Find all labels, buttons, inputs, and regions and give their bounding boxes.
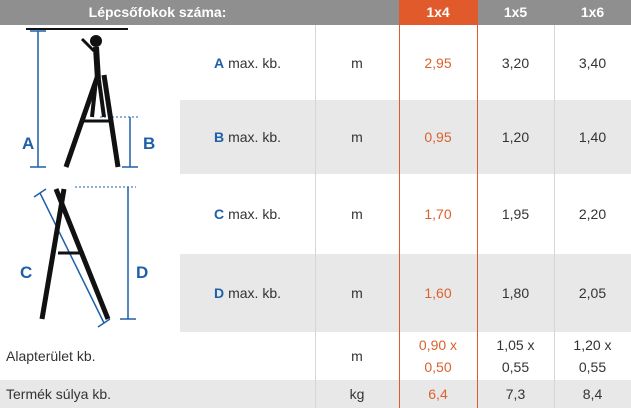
row-b-label: B max. kb.	[180, 100, 315, 174]
row-d-value-1x5: 1,80	[501, 285, 530, 301]
row-c-unit: m	[351, 206, 363, 222]
row-b-unit: m	[351, 129, 363, 145]
footprint-1x4-line2: 0,50	[424, 359, 452, 375]
row-c-text: max. kb.	[228, 206, 282, 222]
row-b-value-1x5: 1,20	[501, 129, 530, 145]
footprint-1x6-line2: 0,55	[578, 359, 607, 375]
weight-unit: kg	[349, 386, 365, 402]
row-d-text: max. kb.	[228, 285, 282, 301]
weight-value-1x5: 7,3	[505, 386, 526, 402]
row-a-unit: m	[351, 54, 363, 71]
column-header-1x5: 1x5	[477, 0, 554, 25]
ladder-with-person-illustration	[26, 28, 138, 168]
row-b-letter: B	[213, 129, 225, 145]
column-header-1x4: 1x4	[399, 0, 477, 25]
row-b-value-1x6: 1,40	[578, 129, 607, 145]
footprint-1x5-line2: 0,55	[501, 359, 530, 375]
diagram-label-a: A	[22, 134, 34, 153]
divider-1x6-left	[554, 25, 555, 408]
footprint-1x5-line1: 1,05 x	[496, 337, 535, 353]
diagram-label-b: B	[143, 134, 155, 153]
row-d-label: D max. kb.	[180, 254, 315, 332]
row-a-value-1x4: 2,95	[424, 54, 452, 71]
footprint-label: Alapterület kb.	[6, 348, 96, 364]
diagram-label-c: C	[20, 263, 32, 282]
footprint-1x6-line1: 1,20 x	[573, 337, 612, 353]
highlight-border-left	[399, 0, 400, 408]
row-c-value-1x4: 1,70	[424, 206, 452, 222]
row-c-label: C max. kb.	[180, 174, 315, 254]
table-header-title: Lépcsőfokok száma:	[0, 0, 315, 25]
row-a-label: A max. kb.	[180, 25, 315, 100]
ladder-frame-illustration	[33, 186, 136, 328]
weight-value-1x6: 8,4	[582, 386, 603, 402]
row-a-letter: A	[213, 54, 225, 71]
row-c-value-1x5: 1,95	[501, 206, 530, 222]
table-header-unit-cell	[315, 0, 399, 25]
footprint-unit: m	[351, 348, 363, 364]
footprint-value-1x5: 1,05 x 0,55	[477, 332, 554, 380]
weight-label: Termék súlya kb.	[6, 386, 112, 402]
row-d-letter: D	[213, 285, 225, 301]
row-b-value-1x4: 0,95	[424, 129, 452, 145]
row-a-value-1x5: 3,20	[501, 54, 530, 71]
highlight-border-right	[477, 0, 478, 408]
row-d-value-1x6: 2,05	[578, 285, 607, 301]
row-c-value-1x6: 2,20	[578, 206, 607, 222]
row-d-unit: m	[351, 285, 363, 301]
column-header-1x6: 1x6	[554, 0, 631, 25]
row-a-text: max. kb.	[228, 54, 282, 71]
weight-value-1x4: 6,4	[428, 386, 448, 402]
footprint-value-1x6: 1,20 x 0,55	[554, 332, 631, 380]
diagram-label-d: D	[136, 263, 148, 282]
ladder-dimension-diagram: A B C D	[20, 28, 155, 328]
row-d-value-1x4: 1,60	[424, 285, 452, 301]
row-c-letter: C	[213, 206, 225, 222]
row-a-value-1x6: 3,40	[578, 54, 607, 71]
divider-unit-left	[315, 25, 316, 408]
footprint-value-1x4: 0,90 x 0,50	[399, 332, 477, 380]
row-b-text: max. kb.	[228, 129, 282, 145]
footprint-1x4-line1: 0,90 x	[418, 337, 458, 353]
